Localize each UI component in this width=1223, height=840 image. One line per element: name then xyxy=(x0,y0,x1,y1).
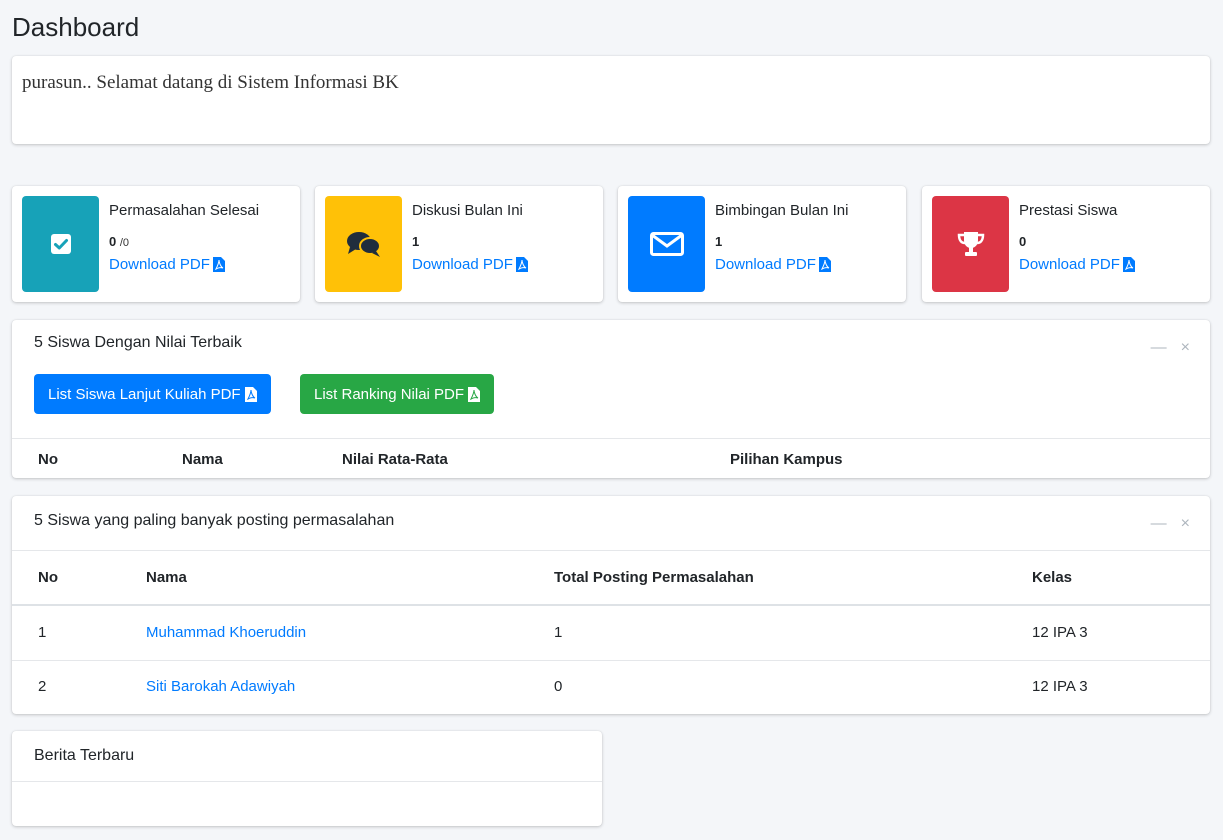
page-title: Dashboard xyxy=(12,12,140,42)
cell-total: 0 xyxy=(554,678,563,695)
card-title: Berita Terbaru xyxy=(34,747,135,764)
download-pdf-link[interactable]: Download PDF xyxy=(412,256,528,273)
download-pdf-link[interactable]: Download PDF xyxy=(715,256,848,273)
student-name-link[interactable]: Siti Barokah Adawiyah xyxy=(146,678,295,695)
close-icon[interactable]: × xyxy=(1181,516,1190,532)
column-header: Pilihan Kampus xyxy=(730,451,843,468)
file-pdf-icon xyxy=(515,257,528,272)
info-label: Permasalahan Selesai xyxy=(109,202,260,219)
card-title: 5 Siswa Dengan Nilai Terbaik xyxy=(34,334,242,351)
envelope-icon xyxy=(628,196,705,292)
news-card: Berita Terbaru xyxy=(12,731,602,826)
info-label: Bimbingan Bulan Ini xyxy=(715,202,849,219)
info-label: Diskusi Bulan Ini xyxy=(412,202,523,219)
info-box-permasalahan: Permasalahan Selesai 0 /0 Download PDF xyxy=(12,186,300,302)
file-pdf-icon xyxy=(212,257,225,272)
cell-kelas: 12 IPA 3 xyxy=(1032,624,1088,641)
collapse-icon[interactable]: — xyxy=(1151,340,1167,356)
close-icon[interactable]: × xyxy=(1181,340,1190,356)
collapse-icon[interactable]: — xyxy=(1151,516,1167,532)
column-header: Nilai Rata-Rata xyxy=(342,451,448,468)
info-box-bimbingan: Bimbingan Bulan Ini 1 Download PDF xyxy=(618,186,906,302)
most-posts-card: 5 Siswa yang paling banyak posting perma… xyxy=(12,496,1210,714)
info-number: 0 xyxy=(1019,234,1027,249)
column-header: No xyxy=(38,451,58,468)
cell-total: 1 xyxy=(554,624,563,641)
list-siswa-kuliah-button[interactable]: List Siswa Lanjut Kuliah PDF xyxy=(34,374,271,414)
column-header: No xyxy=(38,569,58,586)
column-header: Nama xyxy=(146,569,187,586)
top-students-card: 5 Siswa Dengan Nilai Terbaik — × List Si… xyxy=(12,320,1210,478)
student-name-link[interactable]: Muhammad Khoeruddin xyxy=(146,624,306,641)
comments-icon xyxy=(325,196,402,292)
info-label: Prestasi Siswa xyxy=(1019,202,1118,219)
trophy-icon xyxy=(932,196,1009,292)
file-pdf-icon xyxy=(244,386,257,402)
download-pdf-link[interactable]: Download PDF xyxy=(109,256,259,273)
info-number: 1 xyxy=(412,234,420,249)
welcome-text: purasun.. Selamat datang di Sistem Infor… xyxy=(22,72,399,93)
check-square-icon xyxy=(22,196,99,292)
file-pdf-icon xyxy=(818,257,831,272)
list-ranking-nilai-button[interactable]: List Ranking Nilai PDF xyxy=(300,374,495,414)
column-header: Kelas xyxy=(1032,569,1073,586)
download-pdf-link[interactable]: Download PDF xyxy=(1019,256,1135,273)
info-box-diskusi: Diskusi Bulan Ini 1 Download PDF xyxy=(315,186,603,302)
file-pdf-icon xyxy=(1122,257,1135,272)
info-number: 1 xyxy=(715,234,723,249)
column-header: Nama xyxy=(182,451,223,468)
column-header: Total Posting Permasalahan xyxy=(554,569,754,586)
cell-kelas: 12 IPA 3 xyxy=(1032,678,1088,695)
info-box-prestasi: Prestasi Siswa 0 Download PDF xyxy=(922,186,1210,302)
cell-no: 1 xyxy=(38,624,47,641)
card-title: 5 Siswa yang paling banyak posting perma… xyxy=(34,512,395,529)
info-number: 0 /0 xyxy=(109,234,130,249)
file-pdf-icon xyxy=(468,386,481,402)
welcome-card: purasun.. Selamat datang di Sistem Infor… xyxy=(12,56,1210,144)
cell-no: 2 xyxy=(38,678,47,695)
